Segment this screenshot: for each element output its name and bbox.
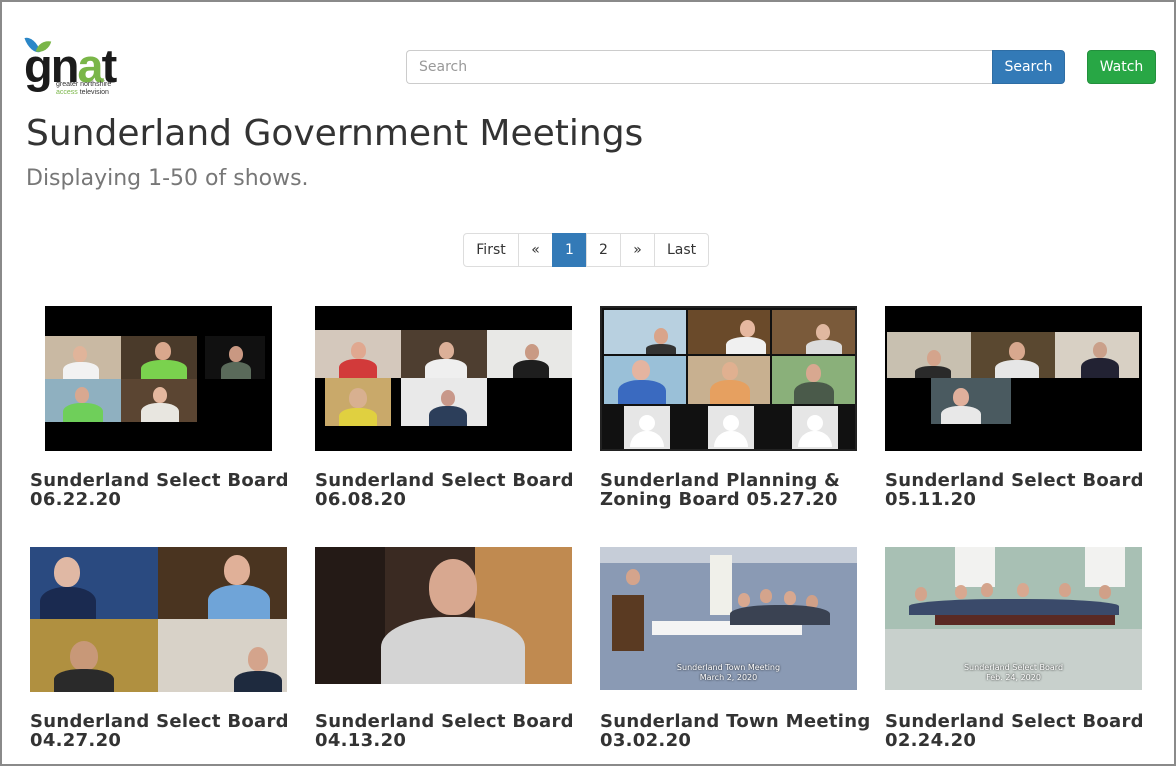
search-button[interactable]: Search (992, 50, 1065, 84)
show-thumbnail[interactable]: Sunderland Town Meeting March 2, 2020 (600, 547, 857, 690)
search-bar: Search (406, 50, 1065, 84)
show-title[interactable]: Sunderland Planning & Zoning Board 05.27… (600, 471, 885, 509)
participant-avatar-icon (708, 406, 754, 449)
show-title[interactable]: Sunderland Select Board 02.24.20 (885, 712, 1170, 750)
page-frame: gnat greater northshire access televisio… (0, 0, 1176, 766)
video-tile (604, 356, 686, 404)
show-thumbnail[interactable] (45, 306, 272, 451)
watch-button[interactable]: Watch (1087, 50, 1156, 84)
show-thumbnail[interactable] (30, 547, 287, 692)
video-tile (688, 356, 770, 404)
video-tile (772, 356, 855, 404)
video-caption-date: March 2, 2020 (699, 673, 758, 682)
show-title[interactable]: Sunderland Select Board 05.11.20 (885, 471, 1170, 509)
video-tile (931, 378, 1011, 424)
video-caption-date: Feb. 24, 2020 (986, 673, 1041, 682)
pagination: First « 1 2 » Last (463, 233, 709, 267)
page-1[interactable]: 1 (552, 233, 587, 267)
video-tile (315, 330, 401, 378)
video-tile (121, 336, 197, 379)
page-subtitle: Displaying 1-50 of shows. (26, 166, 309, 191)
show-thumbnail[interactable] (600, 306, 857, 451)
show-thumbnail[interactable]: Sunderland Select Board Feb. 24, 2020 (885, 547, 1142, 690)
participant-avatar-icon (624, 406, 670, 449)
video-tile (688, 310, 770, 354)
video-tile (710, 555, 732, 615)
video-tile (955, 547, 995, 587)
video-tile (45, 379, 121, 422)
video-caption-title: Sunderland Select Board (963, 663, 1064, 672)
participant-avatar-icon (792, 406, 838, 449)
video-tile (158, 547, 287, 619)
show-title[interactable]: Sunderland Select Board 04.13.20 (315, 712, 600, 750)
video-tile (604, 310, 686, 354)
show-title[interactable]: Sunderland Town Meeting 03.02.20 (600, 712, 885, 750)
gnat-logo[interactable]: gnat greater northshire access televisio… (24, 34, 128, 100)
video-tile (1055, 332, 1139, 378)
video-tile (401, 330, 487, 378)
video-tile (205, 336, 265, 379)
video-tile (30, 547, 158, 619)
video-tile (30, 619, 158, 692)
video-tile (971, 332, 1055, 378)
video-tile (401, 378, 487, 426)
page-last[interactable]: Last (654, 233, 709, 267)
page-next[interactable]: » (620, 233, 655, 267)
show-title[interactable]: Sunderland Select Board 06.22.20 (30, 471, 315, 509)
video-caption-title: Sunderland Town Meeting (676, 663, 781, 672)
video-tile (887, 332, 971, 378)
logo-tagline-1: greater northshire (56, 81, 112, 88)
search-input[interactable] (406, 50, 992, 84)
video-tile (1085, 547, 1125, 587)
video-tile (772, 310, 855, 354)
video-tile (612, 595, 644, 651)
video-tile (315, 547, 385, 684)
video-tile (121, 379, 197, 422)
page-prev[interactable]: « (518, 233, 553, 267)
page-2[interactable]: 2 (586, 233, 621, 267)
video-tile (325, 378, 391, 426)
page-title: Sunderland Government Meetings (26, 113, 644, 154)
show-thumbnail[interactable] (885, 306, 1142, 451)
show-title[interactable]: Sunderland Select Board 06.08.20 (315, 471, 600, 509)
show-title[interactable]: Sunderland Select Board 04.27.20 (30, 712, 315, 750)
video-tile (158, 619, 287, 692)
logo-tagline-2: access television (56, 89, 109, 96)
video-tile (487, 330, 572, 378)
show-thumbnail[interactable] (315, 306, 572, 451)
video-tile (45, 336, 121, 379)
show-thumbnail[interactable] (315, 547, 572, 684)
page-first[interactable]: First (463, 233, 519, 267)
